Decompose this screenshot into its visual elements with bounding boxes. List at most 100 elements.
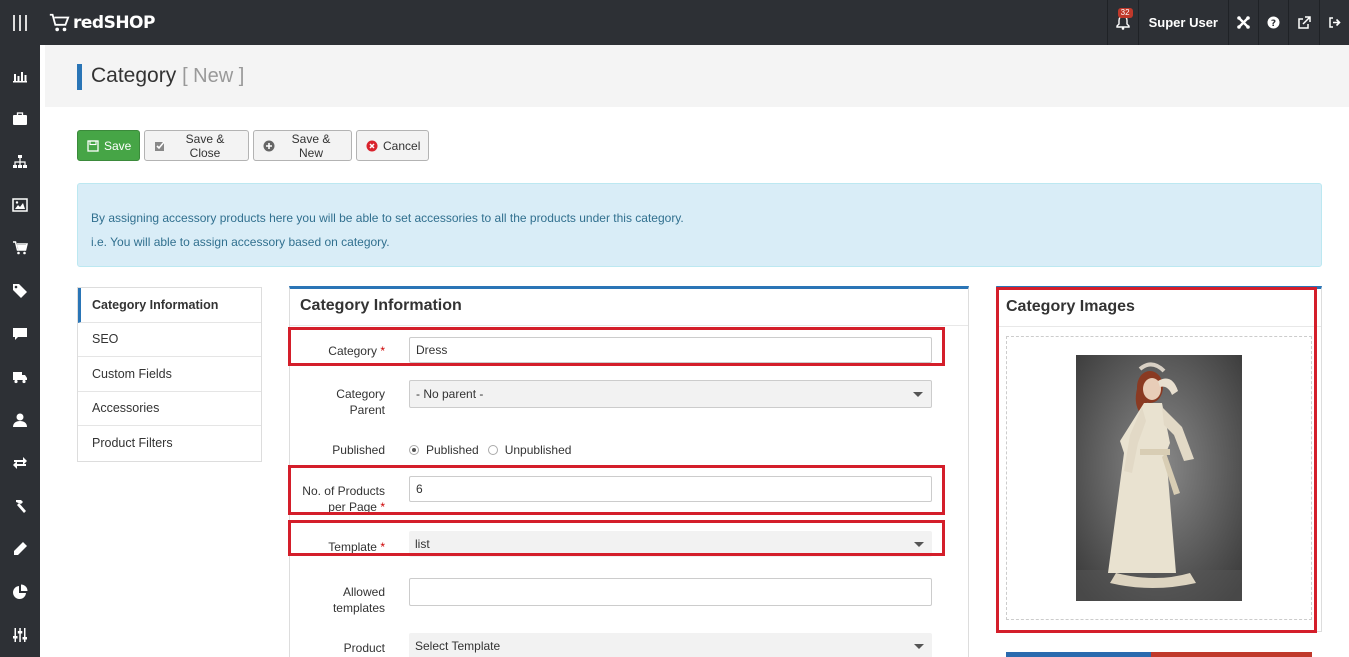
cart-logo-icon (49, 13, 70, 32)
cart-icon (13, 240, 28, 254)
top-navbar: redSHOP 32 Super User ? (0, 0, 1349, 45)
page-title-status: [ New ] (182, 65, 245, 87)
sidebar-orders[interactable] (0, 226, 40, 269)
sidebar-products[interactable] (0, 97, 40, 140)
save-close-label: Save & Close (185, 131, 225, 160)
category-parent-select[interactable]: - No parent - (409, 380, 932, 408)
sidebar-tools[interactable] (0, 484, 40, 527)
sidebar-dashboard[interactable] (0, 54, 40, 97)
cancel-button[interactable]: Cancel (356, 130, 429, 161)
sitemap-icon (13, 154, 27, 168)
save-label: Save (104, 138, 132, 153)
unpublished-option-label[interactable]: Unpublished (505, 443, 572, 457)
external-link-button[interactable] (1288, 0, 1319, 45)
info-alert: By assigning accessory products here you… (77, 183, 1322, 267)
sidebar-users[interactable] (0, 398, 40, 441)
tag-icon (13, 283, 27, 298)
image-remove-button[interactable] (1151, 652, 1312, 657)
published-radio-group: Published Unpublished (409, 443, 571, 457)
hammer-icon (16, 499, 26, 513)
exchange-icon (13, 456, 27, 469)
briefcase-icon (13, 111, 27, 125)
image-action-buttons (1006, 652, 1312, 657)
tab-product-filters[interactable]: Product Filters (78, 426, 261, 461)
sidebar-shipping[interactable] (0, 355, 40, 398)
save-new-label: Save & New (291, 131, 331, 160)
sidebar-media[interactable] (0, 183, 40, 226)
allowed-templates-label: Allowed templates (290, 584, 385, 616)
highlight-products-per-page (288, 465, 945, 515)
save-new-button[interactable]: Save & New (253, 130, 352, 161)
highlight-template (288, 520, 945, 556)
published-option-label[interactable]: Published (426, 443, 479, 457)
dashboard-chart-icon (13, 71, 27, 82)
allowed-label-line-1: Allowed (342, 585, 385, 599)
sidebar-configuration[interactable] (0, 613, 40, 656)
tab-accessories[interactable]: Accessories (78, 392, 261, 426)
brand-name: redSHOP (73, 13, 155, 33)
sidebar-categories[interactable] (0, 140, 40, 183)
pencil-icon (14, 541, 27, 555)
tab-custom-fields[interactable]: Custom Fields (78, 357, 261, 392)
product-template-label: Product (343, 641, 385, 655)
joomla-icon (1237, 16, 1250, 29)
comment-icon (13, 327, 27, 340)
sidebar-communication[interactable] (0, 312, 40, 355)
sidebar-discounts[interactable] (0, 269, 40, 312)
page-header: Category [ New ] (45, 45, 1349, 107)
alert-line-2: i.e. You will able to assign accessory b… (91, 235, 390, 249)
image-upload-button[interactable] (1006, 652, 1151, 657)
category-parent-label: Category Parent (290, 386, 385, 418)
page-title-text: Category (91, 64, 177, 87)
svg-text:?: ? (1271, 19, 1276, 29)
logout-button[interactable] (1319, 0, 1349, 45)
menu-toggle-icon[interactable] (0, 0, 40, 45)
brand-logo[interactable]: redSHOP (48, 8, 155, 38)
title-accent (77, 64, 82, 90)
highlight-category (288, 327, 945, 366)
category-tabs: Category Information SEO Custom Fields A… (77, 287, 262, 462)
notifications-button[interactable]: 32 (1106, 0, 1138, 45)
chevron-down-icon (913, 392, 923, 397)
tab-category-information[interactable]: Category Information (78, 288, 261, 323)
parent-label-line-2: Parent (349, 403, 385, 417)
highlight-category-images (996, 287, 1317, 633)
chevron-down-icon (914, 644, 924, 649)
product-template-value: Select Template (415, 639, 501, 653)
joomla-button[interactable] (1228, 0, 1258, 45)
product-template-select[interactable]: Select Template (409, 633, 932, 657)
panel-title: Category Information (300, 297, 462, 314)
sidebar (0, 45, 40, 657)
pie-chart-icon (13, 584, 28, 599)
panel-divider (290, 325, 968, 326)
save-button[interactable]: Save (77, 130, 140, 161)
logout-icon (1329, 17, 1341, 28)
allowed-label-line-2: templates (332, 601, 385, 615)
tab-seo[interactable]: SEO (78, 323, 261, 357)
notification-count-badge: 32 (1117, 8, 1133, 18)
sliders-icon (13, 627, 27, 642)
plus-circle-icon (263, 140, 275, 152)
unpublished-radio[interactable] (487, 445, 498, 455)
parent-label-line-1: Category (336, 387, 385, 401)
sidebar-edit[interactable] (0, 527, 40, 570)
sidebar-reports[interactable] (0, 570, 40, 613)
help-icon: ? (1267, 16, 1280, 29)
published-label: Published (332, 443, 385, 457)
category-parent-value: - No parent - (416, 387, 484, 401)
alert-line-1: By assigning accessory products here you… (91, 211, 684, 225)
toolbar: Save Save & Close Save & New Cancel (77, 130, 429, 161)
user-icon (13, 413, 27, 427)
save-icon (87, 139, 99, 152)
save-close-button[interactable]: Save & Close (144, 130, 249, 161)
truck-icon (13, 371, 27, 383)
external-link-icon (1298, 15, 1311, 29)
published-radio[interactable] (409, 445, 419, 455)
cancel-circle-icon (366, 140, 378, 152)
allowed-templates-input[interactable] (409, 578, 932, 606)
sidebar-import-export[interactable] (0, 441, 40, 484)
help-button[interactable]: ? (1258, 0, 1288, 45)
user-menu[interactable]: Super User (1137, 0, 1228, 45)
image-icon (12, 197, 28, 212)
cancel-label: Cancel (383, 138, 421, 153)
